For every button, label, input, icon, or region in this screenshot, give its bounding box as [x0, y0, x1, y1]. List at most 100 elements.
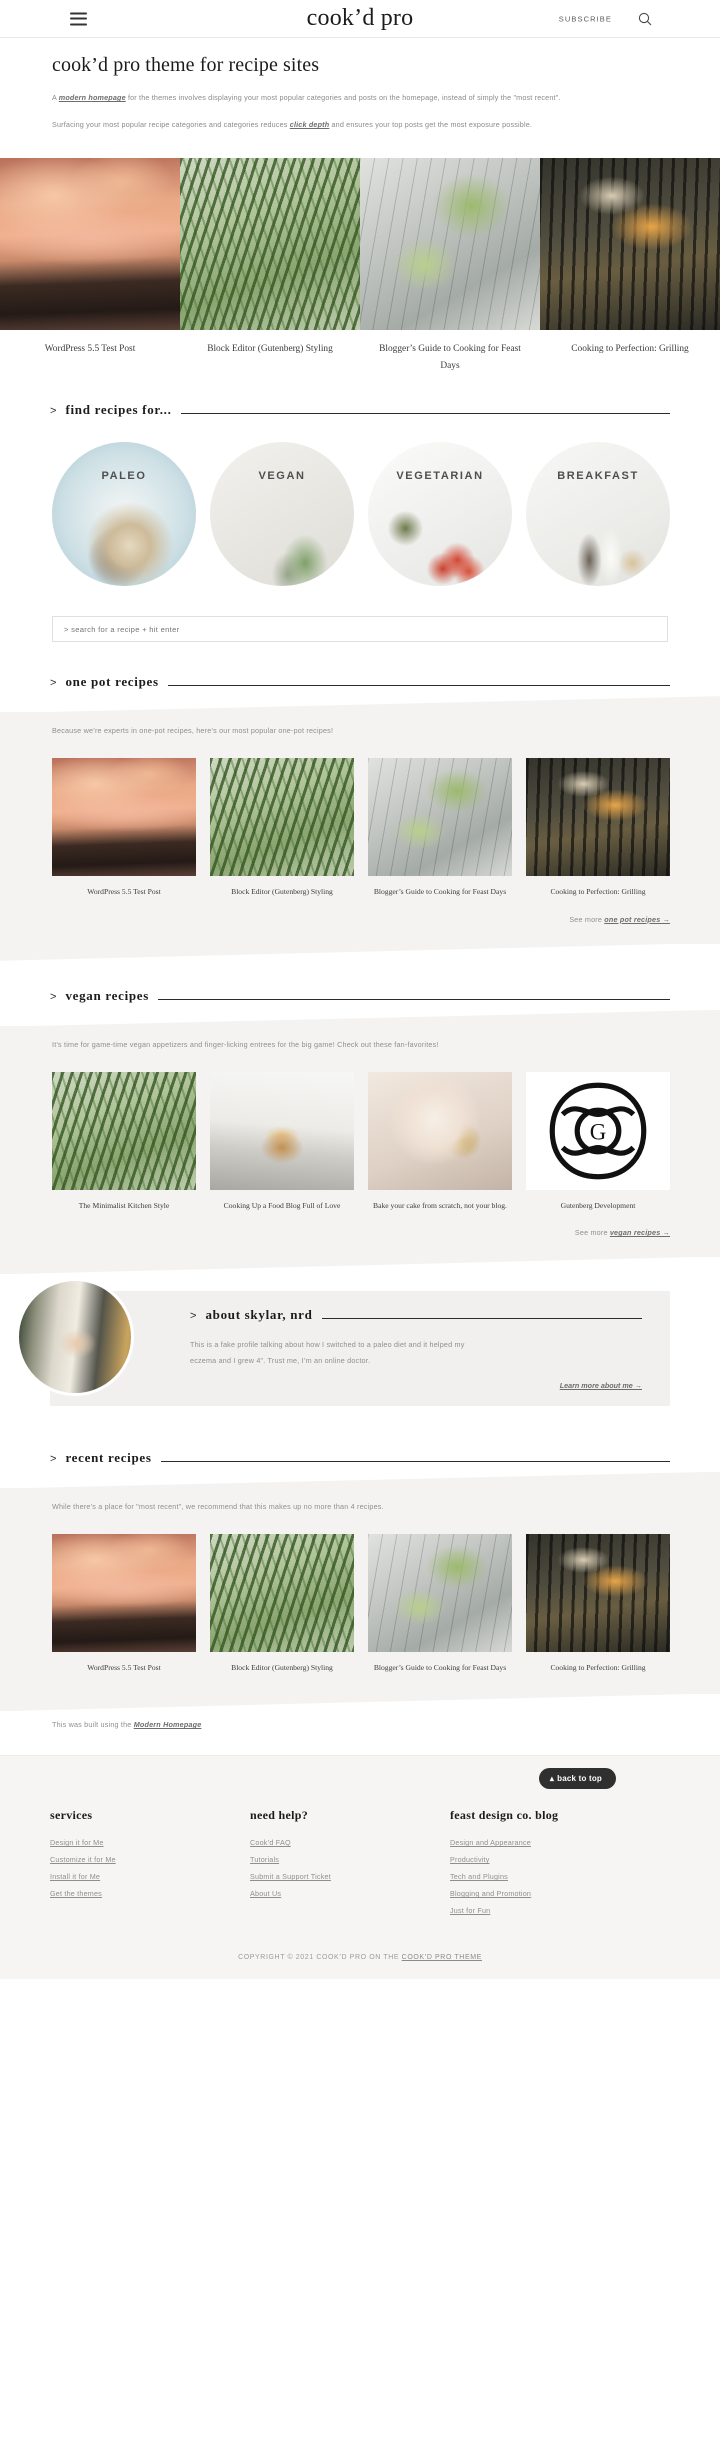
footer-link[interactable]: Design and Appearance: [450, 1835, 650, 1852]
hamburger-bar: [70, 17, 87, 20]
featured-post[interactable]: Cooking to Perfection: Grilling: [540, 158, 720, 374]
category-circle-paleo[interactable]: PALEO: [52, 442, 196, 587]
recipe-card-image[interactable]: [368, 1071, 512, 1190]
recipe-card[interactable]: Blogger’s Guide to Cooking for Feast Day…: [368, 1533, 512, 1675]
recipe-card-title[interactable]: WordPress 5.5 Test Post: [52, 1652, 196, 1675]
recipe-search-form: [50, 586, 670, 643]
footer-link[interactable]: Install it for Me: [50, 1869, 250, 1886]
recipe-card-title[interactable]: Block Editor (Gutenberg) Styling: [210, 1652, 354, 1675]
recipe-card[interactable]: G Gutenberg Development: [526, 1071, 670, 1213]
built-with-pre: This was built using the: [52, 1720, 134, 1730]
recipe-card-image[interactable]: G: [526, 1071, 670, 1190]
chevron-right-icon: >: [50, 1452, 57, 1465]
footer-column: services Design it for Me Customize it for…: [50, 1808, 250, 1920]
recipe-card-image[interactable]: [52, 758, 196, 877]
footer-link[interactable]: Just for Fun: [450, 1903, 650, 1920]
recipe-card-image[interactable]: [210, 1071, 354, 1190]
featured-post-image[interactable]: [540, 158, 720, 331]
back-to-top-button[interactable]: ▴ back to top: [538, 1768, 616, 1790]
featured-post-image[interactable]: [180, 158, 360, 331]
recipe-card[interactable]: Blogger’s Guide to Cooking for Feast Day…: [368, 758, 512, 899]
modern-homepage-footer-link[interactable]: Modern Homepage: [134, 1720, 202, 1729]
search-input[interactable]: [52, 616, 668, 643]
featured-post[interactable]: WordPress 5.5 Test Post: [0, 158, 180, 374]
recipe-card-title[interactable]: The Minimalist Kitchen Style: [52, 1190, 196, 1213]
recipe-card-title[interactable]: Bake your cake from scratch, not your bl…: [368, 1190, 512, 1213]
recipe-card-image[interactable]: [52, 1533, 196, 1652]
recipe-card-title[interactable]: Block Editor (Gutenberg) Styling: [210, 876, 354, 899]
category-circle-image[interactable]: VEGAN: [210, 442, 354, 587]
category-circle-vegan[interactable]: VEGAN: [210, 442, 354, 587]
category-circle-image[interactable]: VEGETARIAN: [368, 442, 512, 587]
recipe-card[interactable]: WordPress 5.5 Test Post: [52, 758, 196, 899]
footer-link[interactable]: Customize it for Me: [50, 1852, 250, 1869]
recipe-card[interactable]: Cooking to Perfection: Grilling: [526, 1533, 670, 1675]
footer-link[interactable]: Get the themes: [50, 1886, 250, 1903]
featured-post-title[interactable]: WordPress 5.5 Test Post: [0, 330, 180, 357]
category-circle-breakfast[interactable]: BREAKFAST: [526, 442, 670, 587]
category-circle-image[interactable]: PALEO: [52, 442, 196, 587]
recipe-card-image[interactable]: [368, 758, 512, 877]
recipe-card-image[interactable]: [210, 1533, 354, 1652]
footer-link[interactable]: Cook’d FAQ: [250, 1835, 450, 1852]
footer-link[interactable]: Tutorials: [250, 1852, 450, 1869]
vegan-seemore: See more vegan recipes →: [50, 1212, 670, 1237]
featured-post-image[interactable]: [360, 158, 540, 331]
one-pot-seemore-link[interactable]: one pot recipes →: [604, 915, 670, 924]
featured-post-title[interactable]: Block Editor (Gutenberg) Styling: [180, 330, 360, 357]
featured-post[interactable]: Blogger’s Guide to Cooking for Feast Day…: [360, 158, 540, 374]
recipe-card-title[interactable]: Blogger’s Guide to Cooking for Feast Day…: [368, 1652, 512, 1675]
recipe-card-title[interactable]: Cooking to Perfection: Grilling: [526, 1652, 670, 1675]
recipe-card-image[interactable]: [210, 758, 354, 877]
recipe-card-title[interactable]: Gutenberg Development: [526, 1190, 670, 1213]
search-icon[interactable]: [638, 12, 652, 26]
footer-link[interactable]: Submit a Support Ticket: [250, 1869, 450, 1886]
footer-link[interactable]: Productivity: [450, 1852, 650, 1869]
footer-link[interactable]: Design it for Me: [50, 1835, 250, 1852]
footer-columns: services Design it for Me Customize it for…: [50, 1780, 670, 1920]
vegan-header: > vegan recipes: [50, 982, 670, 1004]
one-pot-card-grid: WordPress 5.5 Test Post Block Editor (Gut…: [50, 738, 670, 899]
recipe-card-image[interactable]: [526, 758, 670, 877]
hamburger-icon[interactable]: [70, 12, 87, 25]
recipe-card-title[interactable]: Blogger’s Guide to Cooking for Feast Day…: [368, 876, 512, 899]
footer-link[interactable]: About Us: [250, 1886, 450, 1903]
recipe-card-title[interactable]: WordPress 5.5 Test Post: [52, 876, 196, 899]
about-box: > about skylar, nrd This is a fake profi…: [16, 1278, 670, 1406]
find-recipes-header: > find recipes for...: [50, 396, 670, 418]
recipe-card[interactable]: Block Editor (Gutenberg) Styling: [210, 758, 354, 899]
vegan-title: vegan recipes: [65, 987, 150, 1003]
subscribe-link[interactable]: SUBSCRIBE: [559, 14, 612, 23]
footer-link[interactable]: Tech and Plugins: [450, 1869, 650, 1886]
category-circle-image[interactable]: BREAKFAST: [526, 442, 670, 587]
learn-more-about-me-link[interactable]: Learn more about me →: [560, 1381, 642, 1390]
recipe-card[interactable]: Cooking Up a Food Blog Full of Love: [210, 1071, 354, 1213]
featured-post-title[interactable]: Blogger’s Guide to Cooking for Feast Day…: [360, 330, 540, 374]
recipe-card[interactable]: WordPress 5.5 Test Post: [52, 1533, 196, 1675]
recipe-card-image[interactable]: [52, 1071, 196, 1190]
featured-post-image[interactable]: [0, 158, 180, 331]
site-brand[interactable]: cook’d pro: [0, 5, 720, 32]
category-circles: PALEO VEGAN VEGETARIAN BREAKFAST: [50, 418, 670, 587]
footer-link[interactable]: Blogging and Promotion: [450, 1886, 650, 1903]
recipe-card-title[interactable]: Cooking to Perfection: Grilling: [526, 876, 670, 899]
category-circle-vegetarian[interactable]: VEGETARIAN: [368, 442, 512, 587]
featured-posts-row: WordPress 5.5 Test Post Block Editor (Gut…: [0, 158, 720, 374]
intro-section: cook’d pro theme for recipe sites A mode…: [0, 38, 720, 150]
gutenberg-logo-icon: G: [549, 1082, 647, 1180]
recipe-card-title[interactable]: Cooking Up a Food Blog Full of Love: [210, 1190, 354, 1213]
recipe-card[interactable]: Block Editor (Gutenberg) Styling: [210, 1533, 354, 1675]
featured-post[interactable]: Block Editor (Gutenberg) Styling: [180, 158, 360, 374]
recent-description: While there’s a place for "most recent",…: [52, 1501, 384, 1511]
click-depth-link[interactable]: click depth: [290, 120, 330, 129]
featured-post-title[interactable]: Cooking to Perfection: Grilling: [540, 330, 720, 357]
recipe-card[interactable]: Bake your cake from scratch, not your bl…: [368, 1071, 512, 1213]
modern-homepage-link[interactable]: modern homepage: [59, 93, 126, 102]
recipe-card[interactable]: The Minimalist Kitchen Style: [52, 1071, 196, 1213]
recipe-card-image[interactable]: [526, 1533, 670, 1652]
recipe-card-image[interactable]: [368, 1533, 512, 1652]
back-to-top-label: back to top: [557, 1774, 602, 1784]
cookd-pro-theme-link[interactable]: COOK’D PRO THEME: [402, 1954, 482, 1961]
vegan-seemore-link[interactable]: vegan recipes →: [610, 1228, 670, 1237]
recipe-card[interactable]: Cooking to Perfection: Grilling: [526, 758, 670, 899]
